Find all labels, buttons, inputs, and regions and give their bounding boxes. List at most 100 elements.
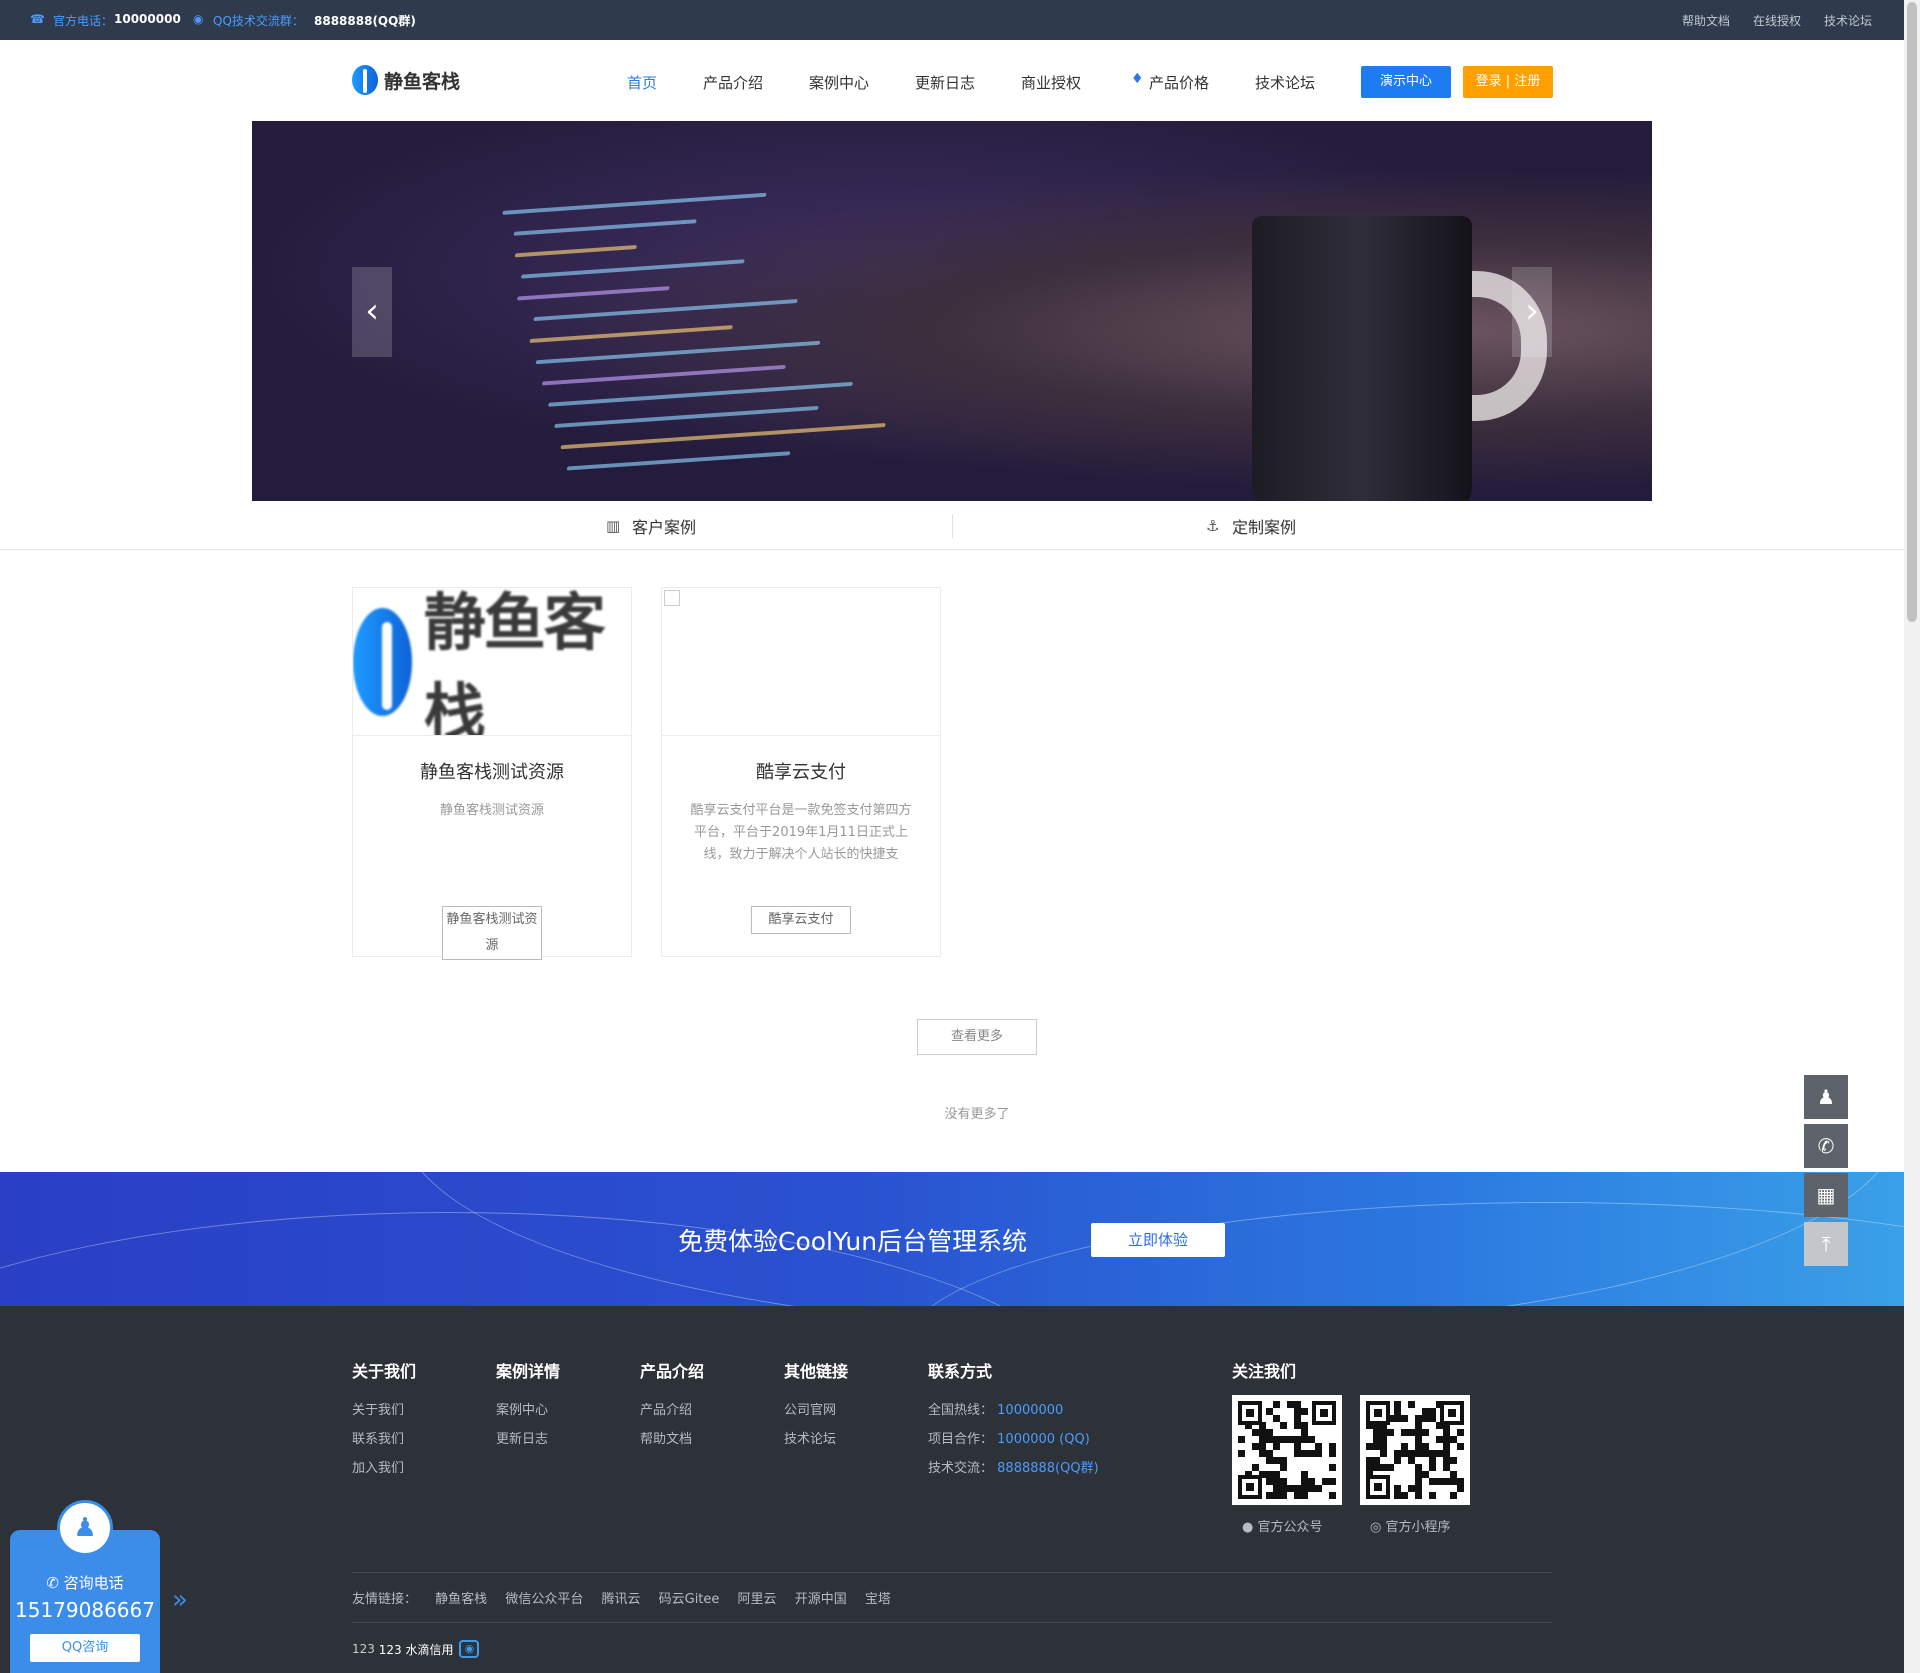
friend-link[interactable]: 腾讯云 [601, 1592, 640, 1607]
nav-home[interactable]: 首页 [627, 72, 657, 93]
case-logo-drop-icon [353, 607, 412, 716]
copyright: 123 123 水滴信用 ◉ [352, 1640, 480, 1658]
top-link-online-auth[interactable]: 在线授权 [1753, 12, 1801, 29]
case-card-button[interactable]: 静鱼客栈测试资源 [442, 906, 542, 960]
scrollbar-thumb[interactable] [1907, 2, 1917, 622]
qr-code-mini-program [1360, 1395, 1470, 1505]
case-card-desc: 酷享云支付平台是一款免签支付第四方平台，平台于2019年1月11日正式上线，致力… [690, 803, 912, 862]
footer-link-join[interactable]: 加入我们 [352, 1454, 416, 1483]
tab-custom-cases[interactable]: ⚓ 定制案例 [1206, 514, 1296, 538]
case-card-thumbnail [662, 588, 940, 736]
qr-caption-official-account: ● 官方公众号 [1242, 1520, 1323, 1535]
footer-col-title: 关注我们 [1232, 1362, 1297, 1381]
tab-customer-cases[interactable]: ▥ 客户案例 [606, 514, 696, 538]
qq-penguin-icon: ♟ [1817, 1085, 1835, 1109]
footer-col-other: 其他链接 公司官网 技术论坛 [784, 1358, 848, 1454]
qq-consult-button[interactable]: QQ咨询 [30, 1634, 140, 1662]
back-to-top-button[interactable]: ⤒ [1804, 1222, 1848, 1266]
phone-label: 官方电话： [53, 14, 114, 28]
page-scrollbar[interactable] [1904, 0, 1920, 1673]
friend-link[interactable]: 宝塔 [865, 1592, 891, 1607]
copyright-text[interactable]: 123 水滴信用 [379, 1641, 454, 1658]
logo-text: 静鱼客栈 [384, 70, 461, 93]
broken-image-icon [664, 590, 680, 606]
friend-link[interactable]: 阿里云 [738, 1592, 777, 1607]
footer-col-follow: 关注我们 [1232, 1358, 1296, 1396]
float-qrcode-button[interactable]: ▦ [1804, 1173, 1848, 1217]
contact-hotline: 全国热线： 10000000 [928, 1403, 1064, 1418]
see-more-button[interactable]: 查看更多 [917, 1019, 1037, 1055]
case-card[interactable]: 静鱼客栈 静鱼客栈测试资源 静鱼客栈测试资源 静鱼客栈测试资源 [352, 587, 632, 960]
footer-link-product-intro[interactable]: 产品介绍 [640, 1396, 704, 1425]
tab-divider [952, 514, 953, 538]
friend-link[interactable]: 开源中国 [795, 1592, 847, 1607]
friend-link[interactable]: 微信公众平台 [505, 1592, 583, 1607]
tab-custom-cases-label: 定制案例 [1232, 518, 1297, 537]
footer-col-cases: 案例详情 案例中心 更新日志 [496, 1358, 560, 1454]
qq-icon: ◉ [193, 12, 204, 26]
footer-link-changelog[interactable]: 更新日志 [496, 1425, 560, 1454]
top-link-help-docs[interactable]: 帮助文档 [1682, 12, 1730, 29]
qrcode-icon: ▦ [1816, 1183, 1836, 1207]
footer-col-title: 关于我们 [352, 1362, 417, 1381]
contact-cooperation: 项目合作： 1000000 (QQ) [928, 1432, 1090, 1447]
phone-icon: ✆ [46, 1574, 59, 1592]
friend-link[interactable]: 码云Gitee [659, 1592, 720, 1607]
footer-link-about[interactable]: 关于我们 [352, 1396, 416, 1425]
nav-product-intro[interactable]: 产品介绍 [703, 72, 763, 93]
double-chevron-right-icon[interactable]: » [172, 1585, 188, 1615]
case-card[interactable]: 酷享云支付 酷享云支付平台是一款免签支付第四方平台，平台于2019年1月11日正… [661, 587, 941, 957]
nav-commercial-license[interactable]: 商业授权 [1021, 72, 1081, 93]
phone-value: 10000000 [114, 12, 181, 26]
nav-case-center[interactable]: 案例中心 [809, 72, 869, 93]
qq-group-label: QQ技术交流群： [213, 14, 304, 28]
cta-title: 免费体验CoolYun后台管理系统 [678, 1227, 1028, 1256]
no-more-text: 没有更多了 [944, 1107, 1010, 1122]
footer-link-forum[interactable]: 技术论坛 [784, 1425, 848, 1454]
copyright-prefix: 123 [352, 1642, 375, 1656]
footer-link-case-center[interactable]: 案例中心 [496, 1396, 560, 1425]
cta-try-now-button[interactable]: 立即体验 [1091, 1223, 1225, 1257]
phone-icon: ☎ [30, 12, 45, 26]
consult-label: ✆ 咨询电话 [46, 1574, 124, 1592]
case-tabs: ▥ 客户案例 ⚓ 定制案例 [0, 502, 1904, 550]
nav-pricing[interactable]: 产品价格 [1149, 72, 1209, 93]
float-phone-button[interactable]: ✆ [1804, 1124, 1848, 1168]
nav-changelog[interactable]: 更新日志 [915, 72, 975, 93]
phone-icon: ✆ [1817, 1134, 1835, 1158]
carousel-next-arrow[interactable]: › [1512, 267, 1552, 357]
building-icon: ▥ [606, 517, 621, 535]
top-link-forum[interactable]: 技术论坛 [1824, 12, 1872, 29]
qq-group-value: 8888888(QQ群) [314, 14, 416, 28]
tab-customer-cases-label: 客户案例 [632, 518, 697, 537]
footer-col-products: 产品介绍 产品介绍 帮助文档 [640, 1358, 704, 1454]
case-card-title: 酷享云支付 [756, 762, 846, 783]
case-card-desc: 静鱼客栈测试资源 [439, 803, 544, 818]
top-info-bar: ☎ 官方电话： 10000000 ◉ QQ技术交流群： 8888888(QQ群)… [0, 0, 1904, 40]
qr-code-official-account [1232, 1395, 1342, 1505]
banner-mug [1252, 216, 1472, 501]
tool-icon: ⚓ [1206, 517, 1220, 535]
site-logo[interactable]: 静鱼客栈 [352, 64, 460, 96]
footer-link-official-site[interactable]: 公司官网 [784, 1396, 848, 1425]
friend-link[interactable]: 静鱼客栈 [435, 1592, 487, 1607]
cta-banner: 免费体验CoolYun后台管理系统 立即体验 [0, 1172, 1904, 1306]
carousel-prev-arrow[interactable]: ‹ [352, 267, 392, 357]
footer-col-title: 其他链接 [784, 1362, 849, 1381]
case-card-thumbnail: 静鱼客栈 [353, 588, 631, 736]
footer-col-about: 关于我们 关于我们 联系我们 加入我们 [352, 1358, 416, 1483]
login-register-button[interactable]: 登录 | 注册 [1463, 66, 1553, 98]
footer-col-contact: 联系方式 全国热线： 10000000 项目合作： 1000000 (QQ) 技… [928, 1358, 1099, 1483]
footer-link-contact[interactable]: 联系我们 [352, 1425, 416, 1454]
banner-code-screen [405, 129, 1119, 501]
nav-forum[interactable]: 技术论坛 [1255, 72, 1315, 93]
mini-program-icon: ◎ [1370, 1520, 1382, 1535]
footer-col-title: 产品介绍 [640, 1362, 705, 1381]
case-card-button[interactable]: 酷享云支付 [751, 906, 851, 934]
footer-divider [352, 1622, 1552, 1623]
footer-link-help-docs[interactable]: 帮助文档 [640, 1425, 704, 1454]
arrow-up-icon: ⤒ [1821, 1232, 1831, 1256]
credit-badge-icon[interactable]: ◉ [459, 1640, 480, 1658]
demo-center-button[interactable]: 演示中心 [1361, 66, 1451, 98]
float-qq-button[interactable]: ♟ [1804, 1075, 1848, 1119]
